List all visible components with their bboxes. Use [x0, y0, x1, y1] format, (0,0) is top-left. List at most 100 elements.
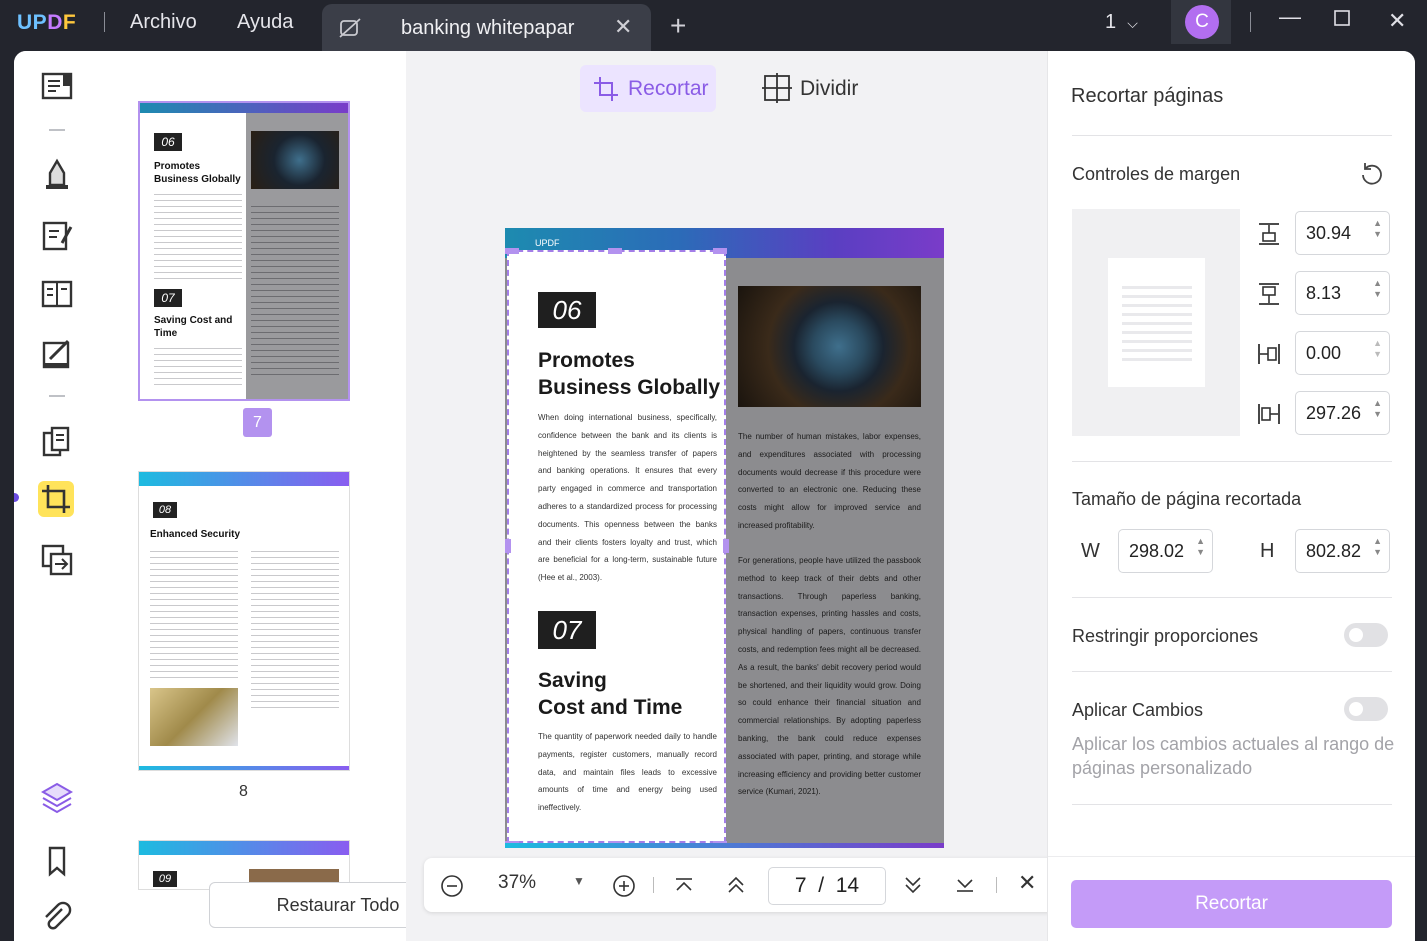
height-label: H [1260, 540, 1275, 562]
preview-page [1108, 258, 1205, 387]
reset-icon[interactable] [1359, 161, 1385, 187]
section-title-line2: Cost and Time [538, 696, 683, 719]
split-mode-label: Dividir [800, 77, 859, 100]
apply-changes-toggle[interactable] [1344, 697, 1388, 721]
thumbnail-page-8[interactable]: 08 Enhanced Security [138, 471, 350, 771]
crop-handle-top[interactable] [608, 248, 622, 254]
compare-icon[interactable] [40, 543, 74, 577]
tab-title: banking whitepapar [401, 17, 575, 39]
thumb-header [139, 472, 349, 486]
divider [1072, 671, 1392, 672]
apply-changes-description: Aplicar los cambios actuales al rango de… [1072, 734, 1395, 778]
zoom-level[interactable]: 37% [498, 872, 536, 894]
zoom-out-icon[interactable] [440, 874, 464, 898]
sign-icon[interactable] [40, 337, 74, 371]
divider [996, 877, 997, 893]
thumbnail-page-7[interactable]: 06 Promotes Business Globally 07 Saving … [138, 101, 350, 401]
globe-image [738, 286, 921, 407]
app-window: 06 Promotes Business Globally 07 Saving … [14, 51, 1415, 941]
crop-handle-left[interactable] [505, 539, 511, 553]
zoom-toolbar: 37% ▼ 7 / 14 ✕ [424, 858, 1056, 912]
stepper-icon[interactable]: ▲ ▼ [1196, 536, 1205, 558]
comment-icon[interactable] [40, 157, 74, 191]
edit-pdf-icon[interactable] [40, 219, 74, 253]
crop-button[interactable]: Recortar [1071, 880, 1392, 928]
margin-top-icon [1259, 223, 1279, 245]
section-number: 07 [538, 611, 596, 649]
right-paragraph-2: For generations, people have utilized th… [738, 556, 921, 797]
thumb-text-block [251, 201, 339, 377]
last-page-icon[interactable] [955, 876, 975, 894]
zoom-in-icon[interactable] [612, 874, 636, 898]
organize-pages-icon[interactable] [40, 425, 74, 459]
next-page-icon[interactable] [903, 875, 923, 895]
restrict-proportions-toggle[interactable] [1344, 623, 1388, 647]
crop-handle-top-right[interactable] [713, 248, 727, 254]
previous-page-icon[interactable] [726, 875, 746, 895]
thumb-header [139, 841, 349, 855]
zoom-dropdown-icon[interactable]: ▼ [573, 874, 585, 888]
apply-changes-label: Aplicar Cambios [1072, 700, 1204, 720]
margin-left-input[interactable]: 0.00 ▲ ▼ [1295, 331, 1390, 375]
first-page-icon[interactable] [674, 876, 694, 894]
reader-icon[interactable] [40, 70, 74, 104]
menu-ayuda[interactable]: Ayuda [237, 11, 293, 34]
divider [1072, 461, 1392, 462]
divider [104, 12, 105, 32]
width-input[interactable]: 298.02 ▲ ▼ [1118, 529, 1213, 573]
crop-mode-button[interactable]: Recortar [580, 65, 716, 112]
thumb-section-title: Saving Cost and Time [154, 315, 233, 339]
page-footer-band [505, 843, 944, 848]
current-page: 7 [794, 874, 807, 897]
section-body: The quantity of paperwork needed daily t… [538, 732, 717, 813]
divider [1250, 12, 1251, 32]
minimize-icon[interactable]: — [1279, 4, 1301, 30]
bookmark-icon[interactable] [40, 844, 74, 878]
margin-right-value: 297.26 [1306, 403, 1362, 423]
menu-archivo[interactable]: Archivo [130, 11, 197, 34]
attachment-icon[interactable] [40, 901, 74, 935]
thumb-section-title: Promotes Business Globally [154, 161, 241, 185]
crop-selection-area[interactable]: 06 Promotes Business Globally When doing… [507, 250, 726, 843]
crop-mode-label: Recortar [628, 77, 709, 100]
updf-logo: UPDF [17, 11, 77, 34]
close-toolbar-icon[interactable]: ✕ [1018, 870, 1036, 896]
layers-icon[interactable] [40, 780, 74, 814]
close-window-icon[interactable]: ✕ [1388, 8, 1406, 34]
stepper-icon[interactable]: ▲ ▼ [1373, 398, 1382, 420]
stepper-icon[interactable]: ▲ ▼ [1373, 536, 1382, 558]
margin-bottom-value: 8.13 [1306, 283, 1342, 303]
maximize-icon[interactable] [1333, 7, 1351, 33]
close-tab-icon[interactable]: ✕ [614, 14, 632, 40]
crop-tool-active[interactable] [38, 481, 74, 517]
crop-handle-top-left[interactable] [505, 248, 519, 254]
divider [1048, 856, 1415, 857]
stepper-icon[interactable]: ▲ ▼ [1373, 278, 1382, 300]
thumb-text-block [154, 189, 242, 279]
avatar[interactable]: C [1185, 5, 1219, 39]
margin-right-input[interactable]: 297.26 ▲ ▼ [1295, 391, 1390, 435]
divider [1072, 597, 1392, 598]
stepper-icon[interactable]: ▲ ▼ [1373, 218, 1382, 240]
section-title-line1: Saving [538, 669, 607, 692]
thumb-text-block [154, 343, 242, 385]
page-number-input[interactable]: 7 / 14 [768, 867, 886, 905]
pdf-page[interactable]: UPDF The number of human mistakes, labor… [505, 228, 944, 848]
height-input[interactable]: 802.82 ▲ ▼ [1295, 529, 1390, 573]
height-value: 802.82 [1306, 541, 1362, 561]
page-selector[interactable]: 1 ⌵ [1105, 11, 1138, 34]
margin-top-input[interactable]: 30.94 ▲ ▼ [1295, 211, 1390, 255]
crop-settings-panel: Recortar páginas Controles de margen 30.… [1047, 51, 1415, 941]
margin-bottom-input[interactable]: 8.13 ▲ ▼ [1295, 271, 1390, 315]
form-icon[interactable] [40, 277, 74, 311]
section-number: 06 [538, 292, 596, 328]
stepper-icon[interactable]: ▲ ▼ [1373, 338, 1382, 360]
new-tab-icon[interactable]: + [670, 10, 686, 42]
width-value: 298.02 [1129, 541, 1185, 561]
crop-handle-right[interactable] [723, 539, 729, 553]
page-separator: / [818, 874, 825, 897]
document-tab[interactable]: banking whitepapar ✕ [322, 4, 651, 51]
margin-right-icon [1258, 404, 1280, 424]
divider [49, 395, 65, 397]
thumbnail-number-selected: 7 [243, 408, 272, 437]
